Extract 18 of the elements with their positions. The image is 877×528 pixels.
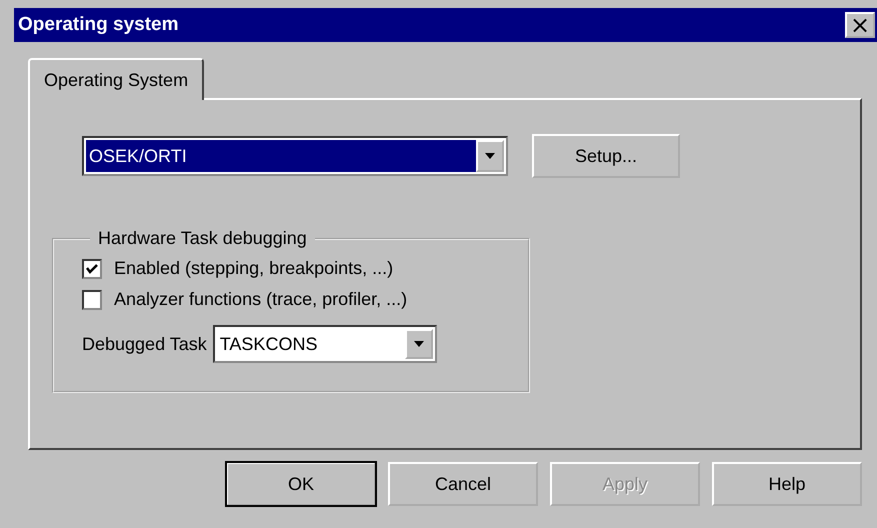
close-button[interactable]: ×	[845, 12, 875, 38]
task-label: Debugged Task	[82, 334, 207, 354]
tab[interactable]: Operating System	[28, 58, 204, 100]
os-dropdown[interactable]: OSEK/ORTI	[82, 136, 508, 176]
dialog-button[interactable]: OK	[226, 462, 376, 506]
checkbox-label: Enabled (stepping, breakpoints, ...)	[114, 258, 394, 279]
checkbox[interactable]	[82, 290, 102, 310]
window-title: Operating system	[18, 14, 178, 36]
dropdown-value: TASKCONS	[218, 332, 318, 356]
checkbox[interactable]	[82, 258, 102, 278]
check-mark-icon	[86, 262, 98, 274]
group-title: Hardware Task debugging	[97, 228, 308, 249]
setup-button[interactable]: Setup...	[532, 134, 680, 178]
dropdown-value: OSEK/ORTI	[86, 140, 476, 172]
dialog-button[interactable]: Cancel	[388, 462, 538, 506]
checkbox-label: Analyzer functions (trace, profiler, ...)	[114, 289, 408, 310]
task-dropdown[interactable]: TASKCONS	[212, 325, 437, 363]
dialog-button[interactable]: Help	[712, 462, 862, 506]
